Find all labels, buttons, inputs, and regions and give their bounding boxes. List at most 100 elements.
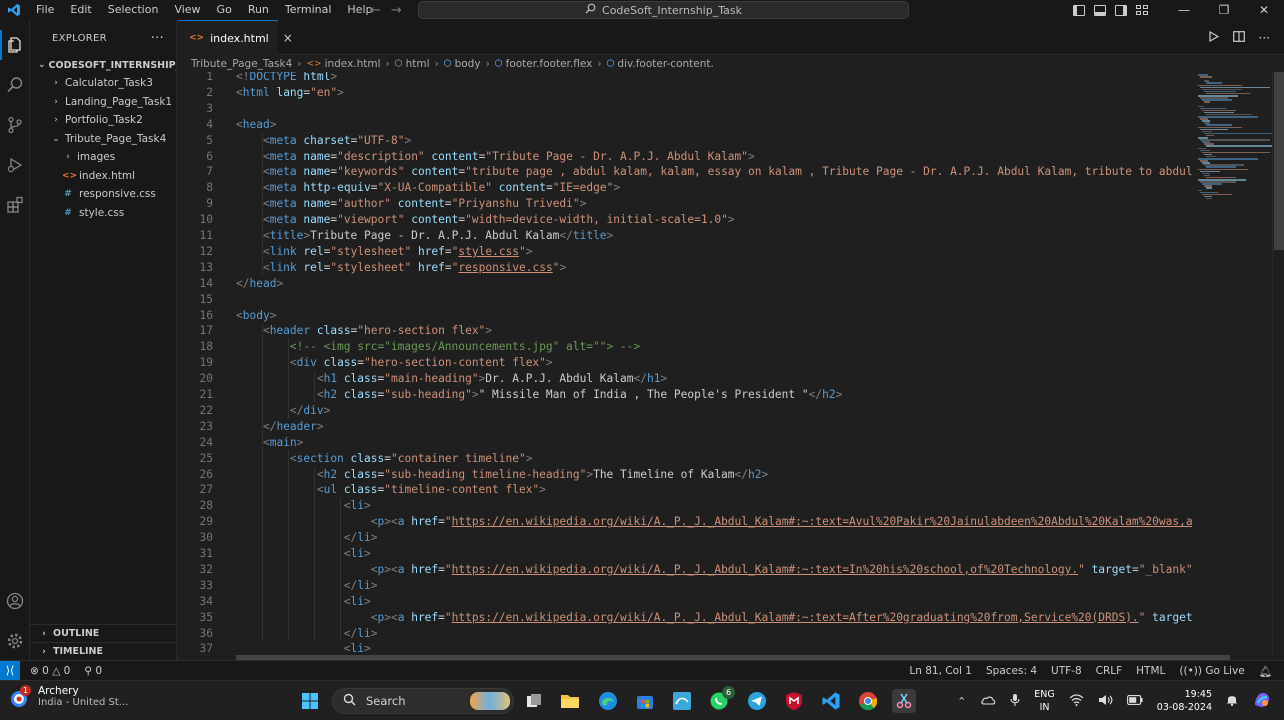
problems-status[interactable]: ⊗ 0 △ 0 xyxy=(30,665,70,677)
code-line[interactable]: 11 <title>Tribute Page - Dr. A.P.J. Abdu… xyxy=(178,228,1192,244)
menu-file[interactable]: File xyxy=(28,0,62,20)
menu-selection[interactable]: Selection xyxy=(100,0,167,20)
weather-widget[interactable]: 1 Archery India - United St... xyxy=(8,684,128,708)
windows-start-icon[interactable] xyxy=(298,689,322,713)
tree-item-tribute-page-task4[interactable]: ⌄ Tribute_Page_Task4 xyxy=(30,130,176,149)
code-editor[interactable]: 1 <!DOCTYPE html> 2 <html lang="en"> 3 4 <head… xyxy=(178,72,1192,656)
explorer-icon[interactable] xyxy=(0,30,30,60)
toggle-panel-icon[interactable] xyxy=(1094,4,1106,16)
microphone-icon[interactable] xyxy=(1010,693,1020,710)
chrome-icon[interactable] xyxy=(856,689,880,713)
tab-index-html[interactable]: <> index.html × xyxy=(178,20,293,55)
code-line[interactable]: 23 </header> xyxy=(178,419,1192,435)
line-ending[interactable]: CRLF xyxy=(1096,665,1123,677)
code-line[interactable]: 30 </li> xyxy=(178,530,1192,546)
code-line[interactable]: 9 <meta name="author" content="Priyanshu… xyxy=(178,196,1192,212)
scrollbar-thumb[interactable] xyxy=(1274,72,1284,250)
breadcrumb-item[interactable]: html xyxy=(406,58,430,70)
tree-item-images[interactable]: › images xyxy=(30,148,176,167)
tree-item-index-html[interactable]: <> index.html xyxy=(30,167,176,186)
toggle-primary-sidebar-icon[interactable] xyxy=(1073,4,1085,16)
search-icon[interactable] xyxy=(0,70,30,100)
task-view-icon[interactable] xyxy=(522,689,546,713)
breadcrumb-item[interactable]: index.html xyxy=(325,58,381,70)
code-line[interactable]: 10 <meta name="viewport" content="width=… xyxy=(178,212,1192,228)
code-line[interactable]: 32 <p><a href="https://en.wikipedia.org/… xyxy=(178,562,1192,578)
code-line[interactable]: 27 <ul class="timeline-content flex"> xyxy=(178,482,1192,498)
copilot-icon[interactable] xyxy=(1252,690,1272,713)
source-control-icon[interactable] xyxy=(0,110,30,140)
store-icon[interactable] xyxy=(633,689,657,713)
snipping-tool-icon[interactable] xyxy=(892,689,916,713)
split-editor-icon[interactable] xyxy=(1232,30,1245,45)
more-actions-icon[interactable]: ··· xyxy=(1259,31,1270,45)
vertical-scrollbar[interactable] xyxy=(1272,72,1284,656)
code-line[interactable]: 15 xyxy=(178,292,1192,308)
manage-gear-icon[interactable] xyxy=(0,626,30,656)
code-line[interactable]: 22 </div> xyxy=(178,403,1192,419)
explorer-more-button[interactable]: ··· xyxy=(151,31,164,46)
code-line[interactable]: 13 <link rel="stylesheet" href="responsi… xyxy=(178,260,1192,276)
taskbar-search[interactable]: Search xyxy=(332,688,514,714)
encoding[interactable]: UTF-8 xyxy=(1051,665,1082,677)
code-line[interactable]: 16 <body> xyxy=(178,308,1192,324)
telegram-icon[interactable] xyxy=(745,689,769,713)
notifications-bell-icon[interactable] xyxy=(1226,693,1238,709)
forward-arrow-icon[interactable]: → xyxy=(391,3,402,18)
menu-view[interactable]: View xyxy=(166,0,208,20)
tree-item-landing-page-task1[interactable]: › Landing_Page_Task1 xyxy=(30,93,176,112)
toggle-secondary-sidebar-icon[interactable] xyxy=(1115,4,1127,16)
minimap[interactable] xyxy=(1192,72,1276,656)
whatsapp-icon[interactable]: 6 xyxy=(707,686,735,713)
go-live-button[interactable]: ((•)) Go Live xyxy=(1179,665,1244,677)
indentation[interactable]: Spaces: 4 xyxy=(986,665,1037,677)
code-line[interactable]: 1 <!DOCTYPE html> xyxy=(178,72,1192,85)
code-line[interactable]: 20 <h1 class="main-heading">Dr. A.P.J. A… xyxy=(178,371,1192,387)
timeline-section[interactable]: › TIMELINE xyxy=(30,642,177,660)
run-icon[interactable] xyxy=(1208,30,1219,45)
code-line[interactable]: 19 <div class="hero-section-content flex… xyxy=(178,355,1192,371)
menu-terminal[interactable]: Terminal xyxy=(277,0,340,20)
code-line[interactable]: 5 <meta charset="UTF-8"> xyxy=(178,133,1192,149)
tree-item-calculator-task3[interactable]: › Calculator_Task3 xyxy=(30,74,176,93)
close-window-button[interactable]: ✕ xyxy=(1244,0,1284,20)
minimize-button[interactable]: — xyxy=(1164,0,1204,20)
tree-item-responsive-css[interactable]: # responsive.css xyxy=(30,185,176,204)
edge-browser-icon[interactable] xyxy=(596,689,620,713)
code-line[interactable]: 17 <header class="hero-section flex"> xyxy=(178,323,1192,339)
run-debug-icon[interactable] xyxy=(0,150,30,180)
code-line[interactable]: 36 </li> xyxy=(178,626,1192,642)
extensions-icon[interactable] xyxy=(0,190,30,220)
accounts-icon[interactable] xyxy=(0,586,30,616)
code-line[interactable]: 14 </head> xyxy=(178,276,1192,292)
clock[interactable]: 19:45 03-08-2024 xyxy=(1157,688,1212,714)
breadcrumb-item[interactable]: Tribute_Page_Task4 xyxy=(191,58,292,70)
tree-item-portfolio-task2[interactable]: › Portfolio_Task2 xyxy=(30,111,176,130)
code-line[interactable]: 29 <p><a href="https://en.wikipedia.org/… xyxy=(178,514,1192,530)
code-line[interactable]: 8 <meta http-equiv="X-UA-Compatible" con… xyxy=(178,180,1192,196)
breadcrumb-item[interactable]: div.footer-content. xyxy=(617,58,713,70)
code-line[interactable]: 34 <li> xyxy=(178,594,1192,610)
code-line[interactable]: 35 <p><a href="https://en.wikipedia.org/… xyxy=(178,610,1192,626)
code-line[interactable]: 25 <section class="container timeline"> xyxy=(178,451,1192,467)
chevron-up-icon[interactable]: ⌃ xyxy=(957,695,966,708)
ports-status[interactable]: ⚲ 0 xyxy=(84,665,102,677)
command-center[interactable]: CodeSoft_Internship_Task xyxy=(418,1,909,19)
code-line[interactable]: 26 <h2 class="sub-heading timeline-headi… xyxy=(178,467,1192,483)
code-line[interactable]: 28 <li> xyxy=(178,498,1192,514)
menu-edit[interactable]: Edit xyxy=(62,0,99,20)
cursor-position[interactable]: Ln 81, Col 1 xyxy=(909,665,972,677)
vscode-taskbar-icon[interactable] xyxy=(819,689,843,713)
workspace-root[interactable]: ⌄ CODESOFT_INTERNSHIP_T... xyxy=(30,56,176,74)
back-arrow-icon[interactable]: ← xyxy=(370,3,381,18)
code-line[interactable]: 4 <head> xyxy=(178,117,1192,133)
close-icon[interactable]: × xyxy=(283,31,293,45)
code-line[interactable]: 24 <main> xyxy=(178,435,1192,451)
code-line[interactable]: 7 <meta name="keywords" content="tribute… xyxy=(178,164,1192,180)
code-line[interactable]: 6 <meta name="description" content="Trib… xyxy=(178,149,1192,165)
restore-button[interactable]: ❐ xyxy=(1204,0,1244,20)
code-line[interactable]: 31 <li> xyxy=(178,546,1192,562)
wifi-icon[interactable] xyxy=(1069,693,1084,709)
code-line[interactable]: 18 <!-- <img src="images/Announcements.j… xyxy=(178,339,1192,355)
remote-icon[interactable]: ⟩⟨ xyxy=(0,660,20,681)
